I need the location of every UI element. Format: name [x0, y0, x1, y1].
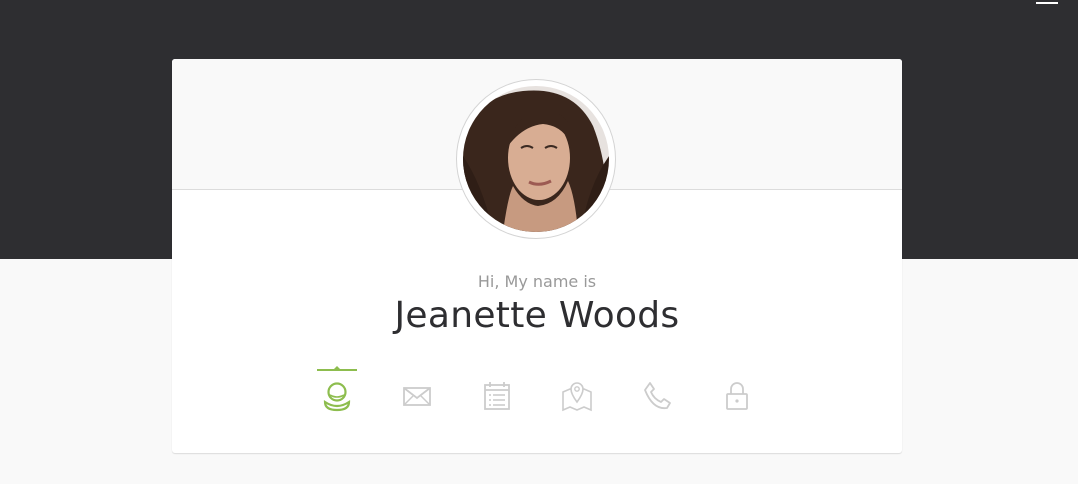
- envelope-icon: [403, 387, 431, 406]
- tab-password[interactable]: [717, 367, 757, 417]
- calendar-icon: [484, 382, 510, 410]
- tab-phone[interactable]: [637, 367, 677, 417]
- avatar-photo: [463, 86, 609, 232]
- map-icon: [562, 382, 592, 412]
- phone-icon: [644, 382, 671, 410]
- tab-calendar[interactable]: [477, 367, 517, 417]
- person-name: Jeanette Woods: [394, 295, 680, 336]
- avatar: [463, 86, 609, 232]
- user-icon: [323, 382, 351, 412]
- lock-icon: [726, 382, 748, 410]
- tab-email[interactable]: [397, 367, 437, 417]
- active-tab-indicator: [317, 366, 357, 371]
- info-tabs: [317, 366, 757, 417]
- greeting-text: Hi, My name is: [477, 272, 597, 291]
- menu-button[interactable]: [1036, 0, 1058, 8]
- tab-location[interactable]: [557, 367, 597, 417]
- menu-bar: [1036, 2, 1058, 4]
- tab-user[interactable]: [317, 366, 357, 417]
- profile-card: Hi, My name is Jeanette Woods: [172, 59, 902, 453]
- avatar-frame: [456, 79, 616, 239]
